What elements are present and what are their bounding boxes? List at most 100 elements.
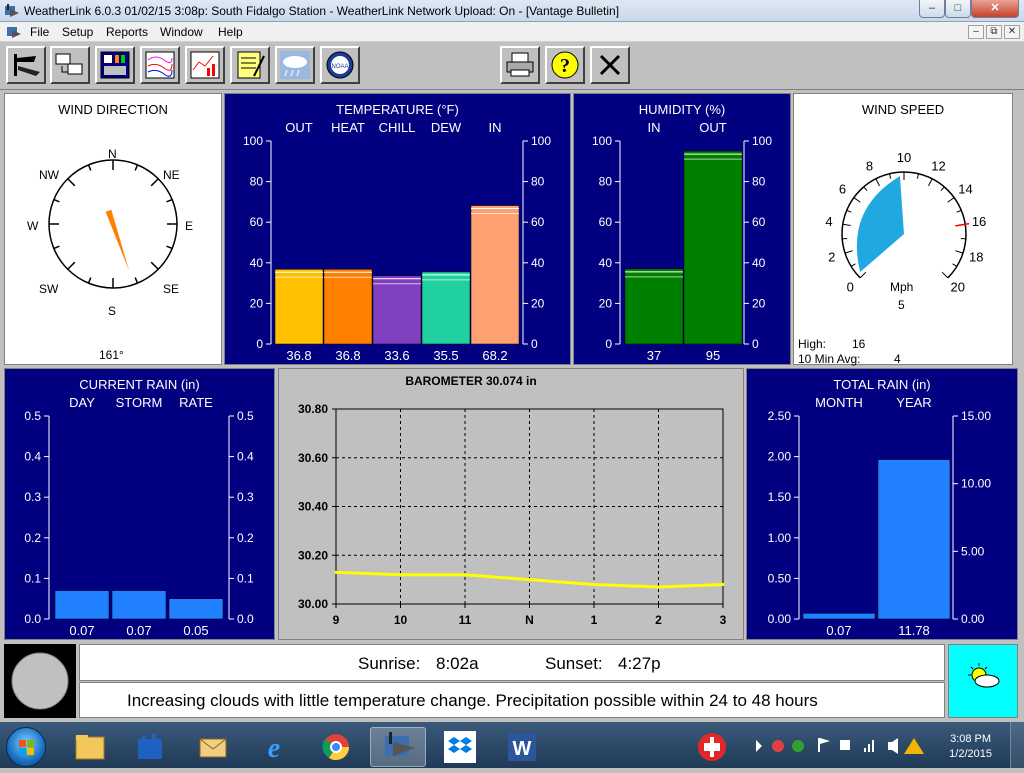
- mdi-close-button[interactable]: ✕: [1004, 25, 1020, 39]
- wind-speed-panel: WIND SPEED 02468101214161820 Mph 5 High:…: [793, 93, 1013, 365]
- minimize-button[interactable]: –: [919, 0, 945, 18]
- download-button[interactable]: [50, 46, 90, 84]
- taskbar-clock[interactable]: 3:08 PM 1/2/2015: [949, 733, 992, 760]
- wind-speed-tick: [864, 187, 867, 191]
- document-icon[interactable]: [6, 24, 22, 40]
- taskbar-weatherlink[interactable]: [370, 727, 426, 767]
- wind-high-label: High:: [798, 337, 826, 351]
- show-desktop-button[interactable]: [1010, 722, 1024, 768]
- clock-date: 1/2/2015: [949, 748, 992, 760]
- close-window-button[interactable]: ✕: [971, 0, 1019, 18]
- sync-icon[interactable]: [772, 740, 784, 752]
- humidity-left-tick-label: 0: [605, 337, 612, 351]
- taskbar-dropbox[interactable]: [432, 727, 488, 767]
- menu-window[interactable]: Window: [160, 25, 203, 39]
- forecast-box: Increasing clouds with little temperatur…: [79, 682, 945, 718]
- action-center-icon[interactable]: [818, 738, 820, 752]
- total-rain-value-label: 0.07: [826, 623, 851, 638]
- current-rain-panel: CURRENT RAIN (in) 0.50.40.30.20.10.00.50…: [4, 368, 275, 640]
- wind-speed-value: 5: [898, 298, 905, 312]
- record-icon: [684, 727, 740, 767]
- menu-file[interactable]: File: [30, 25, 49, 39]
- total-rain-column-label: YEAR: [896, 395, 931, 410]
- volume-icon[interactable]: [888, 738, 898, 754]
- network-icon[interactable]: [864, 740, 874, 752]
- show-hidden-icons-icon[interactable]: [756, 740, 762, 752]
- barometer-y-tick-label: 30.60: [298, 451, 328, 465]
- graph-button[interactable]: [185, 46, 225, 84]
- compass-n-label: N: [108, 147, 117, 161]
- barometer-x-tick-label: 10: [394, 613, 408, 627]
- mdi-restore-button[interactable]: ⧉: [986, 25, 1002, 39]
- compass-ne-label: NE: [163, 168, 180, 182]
- google-drive-icon[interactable]: [904, 738, 924, 754]
- notes-button[interactable]: [230, 46, 270, 84]
- taskbar-internet-explorer[interactable]: e: [246, 727, 302, 767]
- dropbox-icon: [432, 727, 488, 767]
- barometer-point: [399, 573, 402, 576]
- window-title: WeatherLink 6.0.3 01/02/15 3:08p: South …: [24, 4, 619, 18]
- total-rain-left-tick-label: 0.00: [768, 612, 792, 626]
- humidity-left-tick-label: 20: [599, 296, 613, 310]
- menu-help[interactable]: Help: [218, 25, 243, 39]
- sun-times: Sunrise: 8:02a Sunset: 4:27p: [79, 644, 945, 681]
- wind-speed-tick-label: 10: [897, 150, 911, 165]
- temperature-right-tick-label: 20: [531, 296, 545, 310]
- barometer-x-tick-label: 2: [655, 613, 662, 627]
- close-bulletin-button[interactable]: [590, 46, 630, 84]
- humidity-right-tick-label: 100: [752, 134, 772, 148]
- wind-speed-tick-label: 16: [972, 214, 986, 229]
- wind-speed-tick: [843, 224, 851, 225]
- wind-speed-tick: [929, 179, 933, 186]
- wind-speed-tick: [948, 198, 954, 203]
- wind-high-value: 16: [852, 337, 865, 351]
- bulletin-button[interactable]: [95, 46, 135, 84]
- current-rain-left-tick-label: 0.3: [24, 490, 41, 504]
- help-button[interactable]: ?: [545, 46, 585, 84]
- current-rain-value-label: 0.07: [69, 623, 94, 638]
- temperature-value-label: 36.8: [335, 348, 360, 363]
- wind-speed-unit: Mph: [890, 280, 913, 294]
- start-button[interactable]: [6, 727, 46, 767]
- taskbar-chrome[interactable]: [308, 727, 364, 767]
- humidity-column-label: OUT: [699, 120, 727, 135]
- temperature-left-tick-label: 80: [250, 175, 264, 189]
- taskbar-mail[interactable]: [184, 727, 240, 767]
- taskbar-word[interactable]: W: [494, 727, 550, 767]
- dropbox-tray-icon[interactable]: [840, 740, 850, 750]
- menu-setup[interactable]: Setup: [62, 25, 93, 39]
- forecast-panel: [948, 644, 1018, 718]
- wind-speed-tick: [953, 264, 957, 267]
- menu-reports[interactable]: Reports: [106, 25, 148, 39]
- wind-speed-tick: [876, 179, 880, 186]
- total-rain-left-tick-label: 1.00: [768, 531, 792, 545]
- humidity-bar: [684, 151, 742, 344]
- bulletin-icon: [99, 50, 131, 80]
- svg-text:?: ?: [560, 55, 570, 77]
- wind-speed-tick: [845, 251, 853, 253]
- total-rain-bar-chart: 2.502.001.501.000.500.0015.0010.005.000.…: [747, 369, 1019, 641]
- noaa-button[interactable]: NOAA: [320, 46, 360, 84]
- station-button[interactable]: [6, 46, 46, 84]
- current-rain-value-label: 0.07: [126, 623, 151, 638]
- taskbar-windows-update[interactable]: [122, 727, 178, 767]
- moon-icon: [4, 644, 76, 718]
- download-icon: [54, 50, 86, 80]
- security-icon[interactable]: [792, 740, 804, 752]
- strip-charts-button[interactable]: [140, 46, 180, 84]
- temperature-column-label: HEAT: [331, 120, 365, 135]
- humidity-left-tick-label: 40: [599, 256, 613, 270]
- humidity-column-label: IN: [648, 120, 661, 135]
- print-button[interactable]: [500, 46, 540, 84]
- total-rain-left-tick-label: 1.50: [768, 490, 792, 504]
- compass-sw-label: SW: [39, 282, 58, 296]
- temperature-bar: [373, 276, 421, 344]
- taskbar-explorer[interactable]: [62, 727, 118, 767]
- mdi-minimize-button[interactable]: –: [968, 25, 984, 39]
- wind-speed-tick-label: 4: [825, 214, 832, 229]
- maximize-button[interactable]: □: [945, 0, 971, 18]
- barometer-x-tick-label: 3: [720, 613, 727, 627]
- taskbar-record[interactable]: [684, 727, 740, 767]
- forecast-button[interactable]: [275, 46, 315, 84]
- compass-w-label: W: [27, 219, 38, 233]
